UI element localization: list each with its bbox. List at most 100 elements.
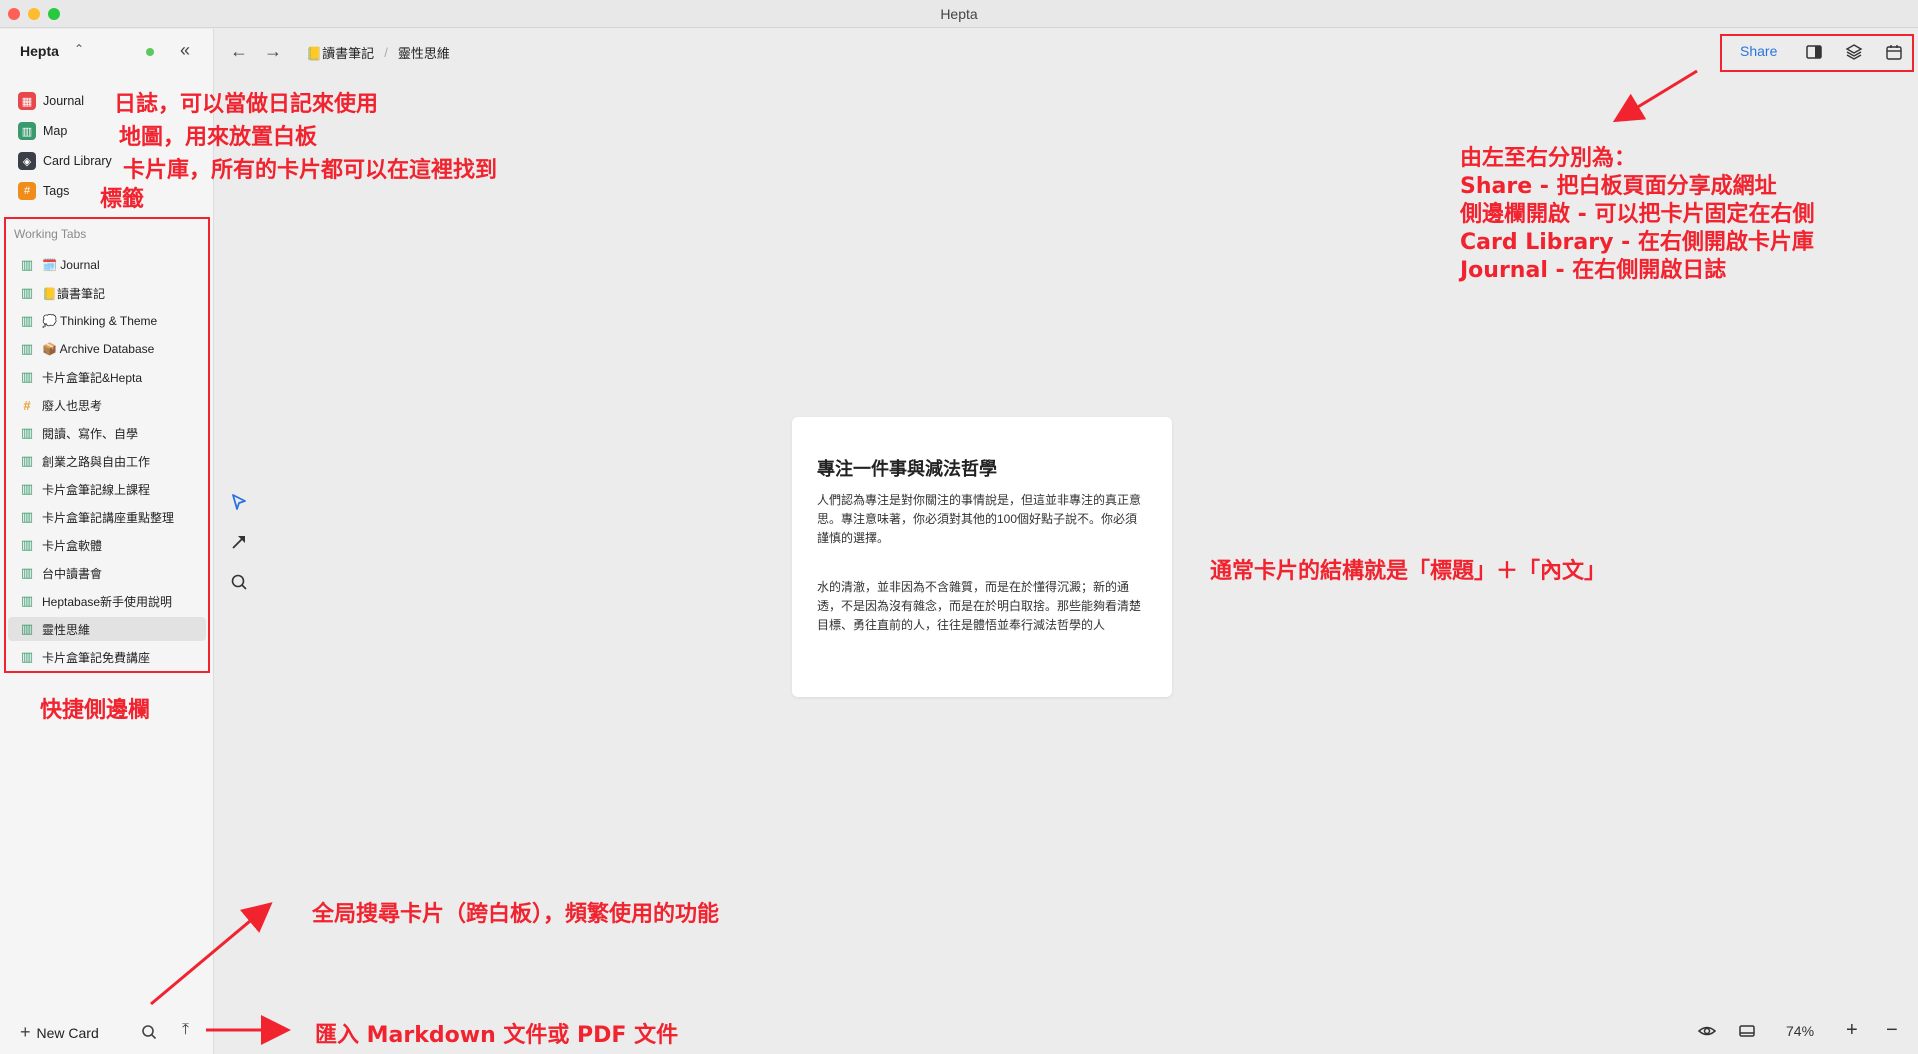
map-icon: ▥ xyxy=(20,649,34,664)
collapse-sidebar-icon[interactable]: « xyxy=(180,40,190,61)
nav-label: Card Library xyxy=(43,154,112,168)
hash-icon: # xyxy=(18,182,36,200)
map-icon: ▥ xyxy=(18,122,36,140)
working-tab-label: Heptabase新手使用說明 xyxy=(42,594,173,609)
working-tab-label: 廢人也思考 xyxy=(42,398,103,413)
back-arrow-icon[interactable]: ← xyxy=(230,41,248,62)
forward-arrow-icon[interactable]: → xyxy=(264,41,282,62)
working-tab-label: 💭 Thinking & Theme xyxy=(42,314,158,328)
map-icon: ▥ xyxy=(20,509,34,524)
map-icon: ▥ xyxy=(20,565,34,580)
annotation-tags: 標籤 xyxy=(100,187,145,212)
working-tab-item[interactable]: # 廢人也思考 xyxy=(8,393,206,417)
annotation-toolbar-journal: Journal - 在右側開啟日誌 xyxy=(1460,258,1727,283)
canvas-search-icon[interactable] xyxy=(228,571,250,593)
working-tab-label: 📒讀書筆記 xyxy=(42,286,105,301)
card-paragraph-2: 水的清澈，並非因為不含雜質，而是在於懂得沉澱；新的通透，不是因為沒有雜念，而是在… xyxy=(817,580,1142,632)
map-icon: ▥ xyxy=(20,453,34,468)
workspace-switch-icon[interactable]: ⌃ xyxy=(74,42,84,56)
working-tab-label: 卡片盒筆記免費講座 xyxy=(42,650,151,665)
zoom-in-icon[interactable]: + xyxy=(1846,1020,1866,1041)
sidebar-bottom-bar: + New Card ⤒ xyxy=(0,1010,214,1054)
working-tabs-header: Working Tabs xyxy=(14,227,87,241)
inbox-icon[interactable] xyxy=(1737,1021,1757,1041)
annotation-toolbar-sidebar: 側邊欄開啟 - 可以把卡片固定在右側 xyxy=(1460,202,1815,227)
workspace-name[interactable]: Hepta xyxy=(20,43,59,59)
calendar-icon: ▦ xyxy=(18,92,36,110)
eye-icon[interactable] xyxy=(1697,1021,1717,1041)
window-title: Hepta xyxy=(940,6,978,22)
map-icon: ▥ xyxy=(20,593,34,608)
working-tab-label: 卡片盒筆記講座重點整理 xyxy=(42,510,175,525)
nav-label: Journal xyxy=(43,94,84,108)
hash-icon: # xyxy=(23,397,31,413)
title-bar: Hepta xyxy=(0,0,1918,28)
nav-journal[interactable]: ▦ Journal xyxy=(18,90,84,112)
map-icon: ▥ xyxy=(20,537,34,552)
breadcrumb: 📒讀書筆記 / 靈性思維 xyxy=(306,43,450,62)
annotation-import: 匯入 Markdown 文件或 PDF 文件 xyxy=(315,1023,679,1048)
new-card-button[interactable]: + New Card xyxy=(20,1022,99,1043)
breadcrumb-current[interactable]: 靈性思維 xyxy=(398,43,450,62)
map-icon: ▥ xyxy=(20,425,34,440)
working-tab-label: 閱讀、寫作、自學 xyxy=(42,426,139,441)
working-tab-item[interactable]: ▥ 創業之路與自由工作 xyxy=(8,449,206,473)
card-paragraph-1: 人們認為專注是對你關注的事情說是，但這並非專注的真正意思。專注意味著，你必須對其… xyxy=(817,493,1142,545)
working-tab-label: 卡片盒筆記&Hepta xyxy=(42,370,143,385)
arrow-to-toolbar xyxy=(1612,69,1698,123)
working-tab-label: 🗓️ Journal xyxy=(42,258,100,272)
annotation-journal: 日誌，可以當做日記來使用 xyxy=(114,92,379,117)
working-tab-label: 靈性思維 xyxy=(42,622,91,637)
plus-icon: + xyxy=(20,1022,31,1042)
breadcrumb-separator: / xyxy=(384,45,388,60)
map-icon: ▥ xyxy=(20,369,34,384)
layers-icon: ◈ xyxy=(18,152,36,170)
annotation-toolbar-library: Card Library - 在右側開啟卡片庫 xyxy=(1460,230,1814,255)
working-tab-label: 卡片盒軟體 xyxy=(42,538,103,553)
working-tab-item[interactable]: ▥ 台中讀書會 xyxy=(8,561,206,585)
working-tab-item[interactable]: ▥ 📒讀書筆記 xyxy=(8,281,206,305)
map-icon: ▥ xyxy=(20,621,34,636)
share-button[interactable]: Share xyxy=(1740,43,1777,59)
working-tab-label: 卡片盒筆記線上課程 xyxy=(42,482,151,497)
annotation-sidebar: 快捷側邊欄 xyxy=(40,698,151,723)
import-icon[interactable]: ⤒ xyxy=(182,1021,189,1039)
new-card-label: New Card xyxy=(36,1024,99,1041)
arrow-tool-icon[interactable] xyxy=(228,531,250,553)
annotation-card-structure: 通常卡片的結構就是「標題」＋「內文」 xyxy=(1210,559,1607,584)
annotation-search: 全局搜尋卡片（跨白板），頻繁使用的功能 xyxy=(312,902,720,927)
working-tab-label: 台中讀書會 xyxy=(42,566,103,581)
working-tab-item[interactable]: ▥ 💭 Thinking & Theme xyxy=(8,309,206,333)
working-tab-item[interactable]: ▥ 閱讀、寫作、自學 xyxy=(8,421,206,445)
nav-label: Tags xyxy=(43,184,70,198)
card-title: 專注一件事與減法哲學 xyxy=(817,459,997,480)
working-tab-item[interactable]: ▥ 靈性思維 xyxy=(8,617,206,641)
working-tab-item[interactable]: ▥ Heptabase新手使用說明 xyxy=(8,589,206,613)
working-tab-item[interactable]: ▥ 📦 Archive Database xyxy=(8,337,206,361)
annotation-toolbar-title: 由左至右分別為： xyxy=(1460,146,1637,171)
working-tab-label: 創業之路與自由工作 xyxy=(42,454,151,469)
working-tab-item[interactable]: ▥ 卡片盒筆記講座重點整理 xyxy=(8,505,206,529)
working-tab-item[interactable]: ▥ 🗓️ Journal xyxy=(8,253,206,277)
nav-label: Map xyxy=(43,124,68,138)
nav-tags[interactable]: # Tags xyxy=(18,180,69,202)
whiteboard-card[interactable]: 專注一件事與減法哲學 人們認為專注是對你關注的事情說是，但這並非專注的真正意思。… xyxy=(792,417,1172,697)
working-tab-item[interactable]: ▥ 卡片盒軟體 xyxy=(8,533,206,557)
zoom-level[interactable]: 74% xyxy=(1786,1023,1814,1039)
annotation-toolbar: 由左至右分別為： Share - 把白板頁面分享成網址 側邊欄開啟 - 可以把卡… xyxy=(1460,145,1814,285)
calendar-icon[interactable] xyxy=(1885,43,1903,61)
working-tab-item[interactable]: ▥ 卡片盒筆記線上課程 xyxy=(8,477,206,501)
sync-status-dot xyxy=(146,48,154,56)
sidebar-toggle-icon[interactable] xyxy=(1805,43,1823,61)
annotation-map: 地圖，用來放置白板 xyxy=(119,125,318,150)
working-tab-item[interactable]: ▥ 卡片盒筆記免費講座 xyxy=(8,645,206,669)
breadcrumb-parent[interactable]: 📒讀書筆記 xyxy=(306,43,374,62)
nav-map[interactable]: ▥ Map xyxy=(18,120,67,142)
map-icon: ▥ xyxy=(20,285,34,300)
zoom-out-icon[interactable]: − xyxy=(1886,1020,1906,1041)
card-library-icon[interactable] xyxy=(1845,43,1863,61)
nav-card-library[interactable]: ◈ Card Library xyxy=(18,150,112,172)
select-cursor-icon[interactable] xyxy=(228,491,250,513)
search-icon[interactable] xyxy=(141,1024,157,1040)
working-tab-item[interactable]: ▥ 卡片盒筆記&Hepta xyxy=(8,365,206,389)
